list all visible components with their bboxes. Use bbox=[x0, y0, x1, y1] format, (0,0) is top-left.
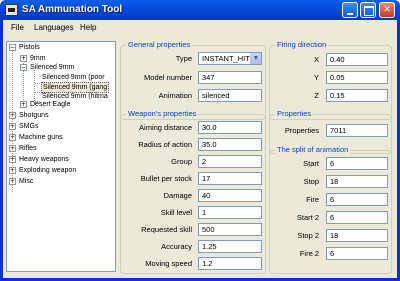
tree-item-rifles[interactable]: Rifles bbox=[19, 144, 37, 153]
group-title: Properties bbox=[275, 109, 314, 118]
tree-item-silenced-9mm-poor[interactable]: Silenced 9mm (poor bbox=[42, 73, 105, 82]
tree-item-machine-guns[interactable]: Machine guns bbox=[19, 133, 63, 142]
type-label: Type bbox=[175, 54, 192, 63]
moving-speed-label: Moving speed bbox=[145, 259, 192, 268]
skill-level-field[interactable]: 1 bbox=[198, 206, 262, 219]
collapse-icon[interactable]: − bbox=[9, 44, 16, 51]
title-bar[interactable]: SA Ammunation Tool ✕ bbox=[0, 0, 400, 20]
collapse-icon[interactable]: − bbox=[20, 64, 27, 71]
weapon-tree[interactable]: − Pistols + 9mm − Silenced 9mm Silenced … bbox=[6, 41, 116, 272]
app-icon bbox=[5, 4, 18, 16]
accuracy-field[interactable]: 1.25 bbox=[198, 240, 262, 253]
fire-field[interactable]: 6 bbox=[326, 193, 388, 206]
fire-2-field[interactable]: 6 bbox=[326, 247, 388, 260]
x-label: X bbox=[313, 55, 319, 64]
properties-field[interactable]: 7011 bbox=[326, 124, 388, 137]
tree-item-exploding-weapon[interactable]: Exploding weapon bbox=[19, 166, 76, 175]
group-title: Firing direction bbox=[275, 40, 329, 49]
fire-2-label: Fire 2 bbox=[299, 249, 319, 258]
expand-icon[interactable]: + bbox=[9, 123, 16, 130]
moving-speed-field[interactable]: 1.2 bbox=[198, 257, 262, 270]
radius-of-action-field[interactable]: 35.0 bbox=[198, 138, 262, 151]
menu-file[interactable]: File bbox=[11, 23, 24, 32]
group-title: Weapon's properties bbox=[126, 109, 199, 118]
aiming-distance-field[interactable]: 30.0 bbox=[198, 121, 262, 134]
tree-item-shotguns[interactable]: Shotguns bbox=[19, 111, 49, 120]
radius-of-action-label: Radius of action bbox=[138, 140, 192, 149]
window-title: SA Ammunation Tool bbox=[22, 4, 123, 15]
type-value: INSTANT_HIT bbox=[202, 54, 250, 63]
damage-label: Damage bbox=[163, 191, 192, 200]
start-field[interactable]: 6 bbox=[326, 157, 388, 170]
damage-field[interactable]: 40 bbox=[198, 189, 262, 202]
start-label: Start bbox=[303, 159, 319, 168]
tree-item-heavy-weapons[interactable]: Heavy weapons bbox=[19, 155, 69, 164]
bullet-per-stock-field[interactable]: 17 bbox=[198, 172, 262, 185]
z-label: Z bbox=[314, 91, 319, 100]
requested-skill-field[interactable]: 500 bbox=[198, 223, 262, 236]
expand-icon[interactable]: + bbox=[9, 167, 16, 174]
type-select[interactable]: INSTANT_HIT ▼ bbox=[198, 52, 262, 65]
expand-icon[interactable]: + bbox=[9, 156, 16, 163]
menu-bar: File Languages Help bbox=[3, 20, 397, 36]
bullet-per-stock-label: Bullet per stock bbox=[140, 174, 192, 183]
tree-item-desert-eagle[interactable]: Desert Eagle bbox=[30, 100, 70, 109]
group-title: The split of animation bbox=[275, 145, 351, 154]
expand-icon[interactable]: + bbox=[9, 112, 16, 119]
start-2-label: Start 2 bbox=[296, 213, 319, 222]
properties-label: Properties bbox=[284, 126, 319, 135]
tree-item-misc[interactable]: Misc bbox=[19, 177, 33, 186]
expand-icon[interactable]: + bbox=[9, 178, 16, 185]
skill-level-label: Skill level bbox=[160, 208, 192, 217]
model-number-field[interactable]: 347 bbox=[198, 71, 262, 84]
animation-field[interactable]: silenced bbox=[198, 89, 262, 102]
start-2-field[interactable]: 6 bbox=[326, 211, 388, 224]
tree-item-silenced-9mm[interactable]: Silenced 9mm bbox=[30, 63, 74, 72]
tree-item-9mm[interactable]: 9mm bbox=[30, 54, 46, 63]
fire-label: Fire bbox=[306, 195, 319, 204]
tree-item-smgs[interactable]: SMGs bbox=[19, 122, 38, 131]
animation-split-group: The split of animation Start 6 Stop 18 F… bbox=[269, 145, 392, 274]
expand-icon[interactable]: + bbox=[9, 134, 16, 141]
group-title: General properties bbox=[126, 40, 193, 49]
app-window: SA Ammunation Tool ✕ File Languages Help… bbox=[0, 0, 400, 281]
maximize-button[interactable] bbox=[360, 2, 376, 18]
accuracy-label: Accuracy bbox=[161, 242, 192, 251]
x-field[interactable]: 0.40 bbox=[326, 53, 388, 66]
expand-icon[interactable]: + bbox=[9, 145, 16, 152]
model-number-label: Model number bbox=[144, 73, 192, 82]
z-field[interactable]: 0.15 bbox=[326, 89, 388, 102]
expand-icon[interactable]: + bbox=[20, 55, 27, 62]
stop-field[interactable]: 18 bbox=[326, 175, 388, 188]
weapon-properties-group: Weapon's properties Aiming distance 30.0… bbox=[120, 109, 266, 274]
animation-label: Animation bbox=[158, 91, 192, 100]
stop-2-label: Stop 2 bbox=[297, 231, 319, 240]
close-button[interactable]: ✕ bbox=[379, 2, 395, 18]
group-label: Group bbox=[171, 157, 192, 166]
menu-help[interactable]: Help bbox=[80, 23, 96, 32]
stop-label: Stop bbox=[303, 177, 319, 186]
expand-icon[interactable]: + bbox=[20, 101, 27, 108]
group-field[interactable]: 2 bbox=[198, 155, 262, 168]
y-label: Y bbox=[313, 73, 319, 82]
minimize-button[interactable] bbox=[342, 2, 358, 18]
chevron-down-icon[interactable]: ▼ bbox=[250, 53, 261, 64]
client-area: File Languages Help − Pistols + 9mm − Si… bbox=[3, 20, 397, 278]
menu-languages[interactable]: Languages bbox=[34, 23, 74, 32]
aiming-distance-label: Aiming distance bbox=[139, 123, 192, 132]
tree-item-pistols[interactable]: Pistols bbox=[19, 43, 40, 52]
y-field[interactable]: 0.05 bbox=[326, 71, 388, 84]
requested-skill-label: Requested skill bbox=[141, 225, 192, 234]
stop-2-field[interactable]: 18 bbox=[326, 229, 388, 242]
